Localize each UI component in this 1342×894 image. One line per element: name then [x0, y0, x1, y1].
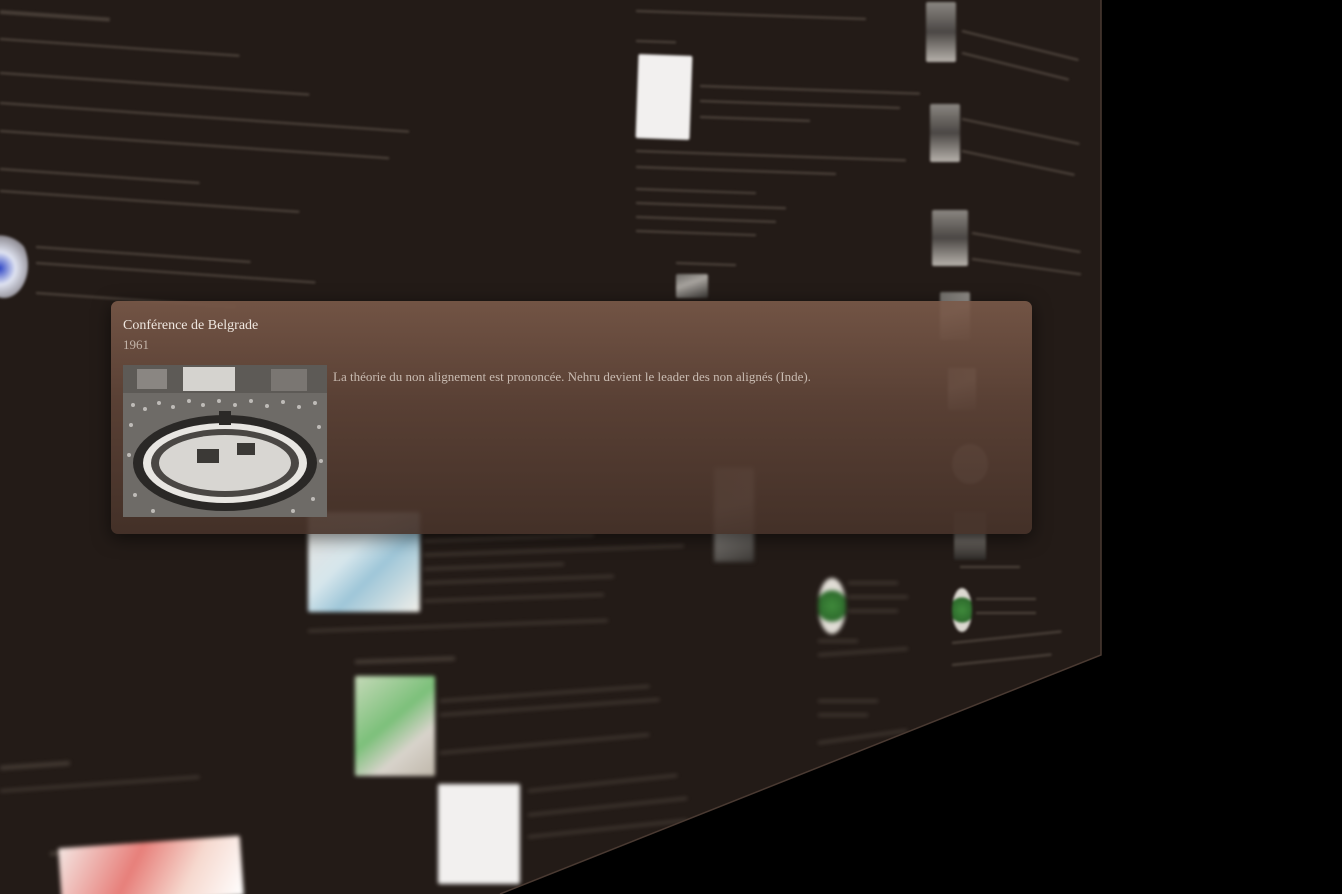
conference-photo-icon[interactable]: [123, 365, 327, 517]
map-thumbnail-icon[interactable]: [818, 578, 846, 634]
event-title: Conférence de Belgrade: [123, 318, 259, 333]
timeline-viewport: Conférence de Belgrade 1961 La théorie d…: [0, 0, 1342, 894]
map-thumbnail-icon[interactable]: [355, 676, 435, 776]
chart-thumbnail-icon[interactable]: [438, 784, 520, 884]
event-popup[interactable]: Conférence de Belgrade 1961 La théorie d…: [111, 301, 1032, 534]
image-thumbnail-icon[interactable]: [58, 835, 244, 894]
event-date: 1961: [123, 337, 149, 352]
conference-photo: [123, 365, 327, 517]
event-description: La théorie du non alignement est prononc…: [333, 369, 811, 384]
